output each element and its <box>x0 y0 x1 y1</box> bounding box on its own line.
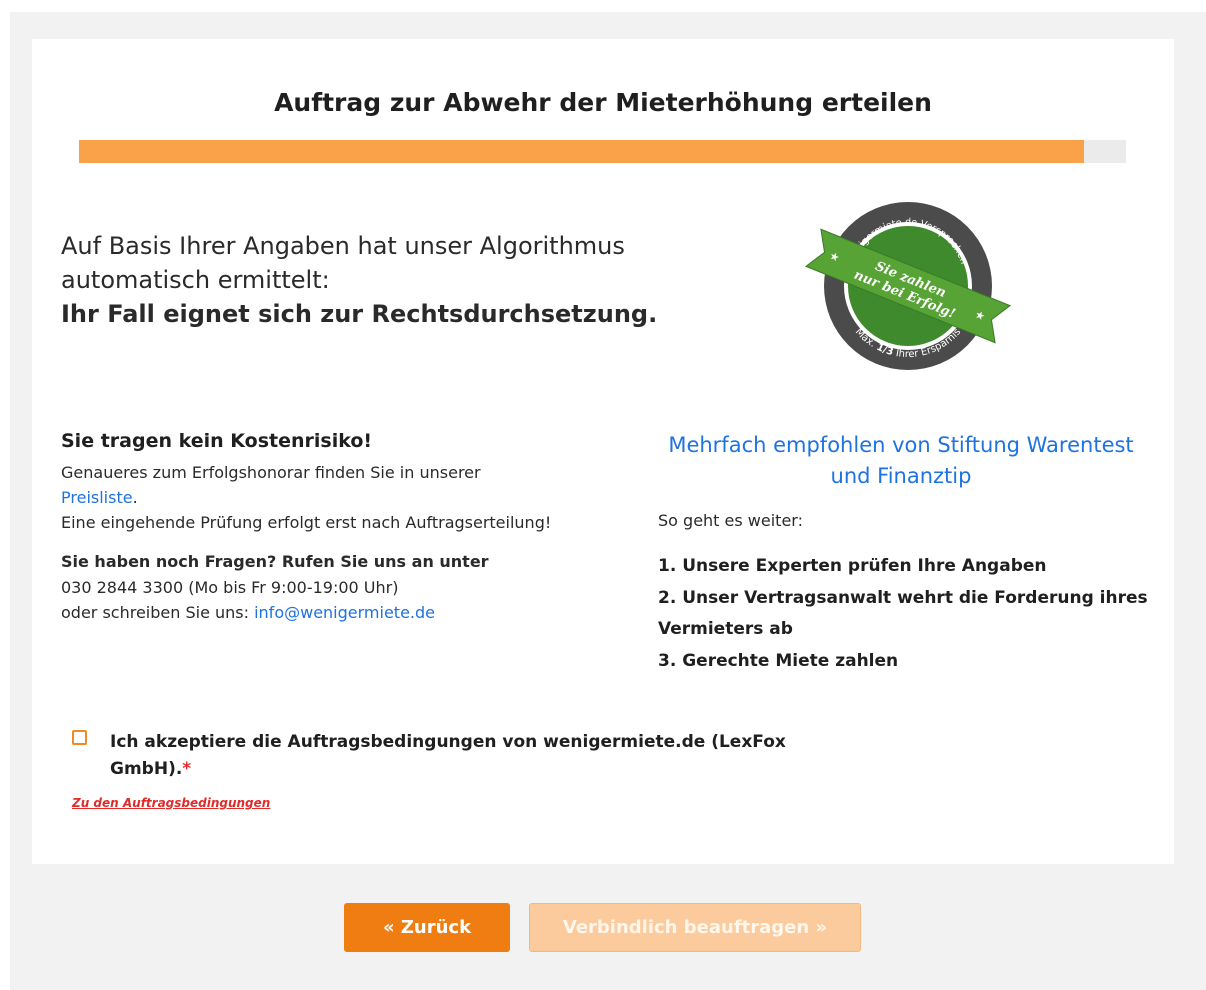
cost-text-line: Genaueres zum Erfolgshonorar finden Sie … <box>61 463 481 482</box>
submit-order-button[interactable]: Verbindlich beauftragen » <box>529 903 861 952</box>
terms-label-text: Ich akzeptiere die Auftragsbedingungen v… <box>110 732 786 779</box>
cost-text-review: Eine eingehende Prüfung erfolgt erst nac… <box>61 513 552 532</box>
page-title: Auftrag zur Abwehr der Mieterhöhung erte… <box>274 88 932 117</box>
back-button[interactable]: « Zurück <box>344 903 510 952</box>
next-steps-label: So geht es weiter: <box>658 511 803 530</box>
price-list-link[interactable]: Preisliste <box>61 488 133 507</box>
step-item: 3. Gerechte Miete zahlen <box>658 650 899 671</box>
intro-text: Auf Basis Ihrer Angaben hat unser Algori… <box>61 229 761 331</box>
email-link[interactable]: info@wenigermiete.de <box>254 603 435 622</box>
required-mark: * <box>182 759 192 779</box>
cost-text-period: . <box>132 488 138 507</box>
progress-bar-fill <box>79 140 1085 163</box>
cost-info: Sie tragen kein Kostenrisiko! Genaueres … <box>61 430 621 625</box>
terms-checkbox[interactable] <box>72 730 87 745</box>
step-item: 1. Unsere Experten prüfen Ihre Angaben <box>658 556 1047 576</box>
intro-result: Ihr Fall eignet sich zur Rechtsdurchsetz… <box>61 300 658 328</box>
questions-heading: Sie haben noch Fragen? Rufen Sie uns an … <box>61 552 489 571</box>
success-fee-seal: wenigermiete.de Versprechen Max. 1/3 Ihr… <box>804 202 1012 370</box>
terms-link[interactable]: Zu den Auftragsbedingungen <box>72 796 270 810</box>
next-steps: Mehrfach empfohlen von Stiftung Warentes… <box>658 430 1158 677</box>
intro-line: Auf Basis Ihrer Angaben hat unser Algori… <box>61 232 625 294</box>
terms-label: Ich akzeptiere die Auftragsbedingungen v… <box>110 729 812 783</box>
cost-heading: Sie tragen kein Kostenrisiko! <box>61 430 373 452</box>
recommendation-title: Mehrfach empfohlen von Stiftung Warentes… <box>668 433 1134 488</box>
cost-text: Genaueres zum Erfolgshonorar finden Sie … <box>61 460 621 535</box>
step-item: 2. Unser Vertragsanwalt wehrt die Forder… <box>658 587 1148 640</box>
phone-number: 030 2844 3300 (Mo bis Fr 9:00-19:00 Uhr) <box>61 578 399 597</box>
contact-info: 030 2844 3300 (Mo bis Fr 9:00-19:00 Uhr)… <box>61 575 621 625</box>
progress-bar <box>79 140 1126 163</box>
terms-agreement: Ich akzeptiere die Auftragsbedingungen v… <box>72 729 812 783</box>
email-prefix: oder schreiben Sie uns: <box>61 603 255 622</box>
steps-list: 1. Unsere Experten prüfen Ihre Angaben 2… <box>658 551 1158 677</box>
